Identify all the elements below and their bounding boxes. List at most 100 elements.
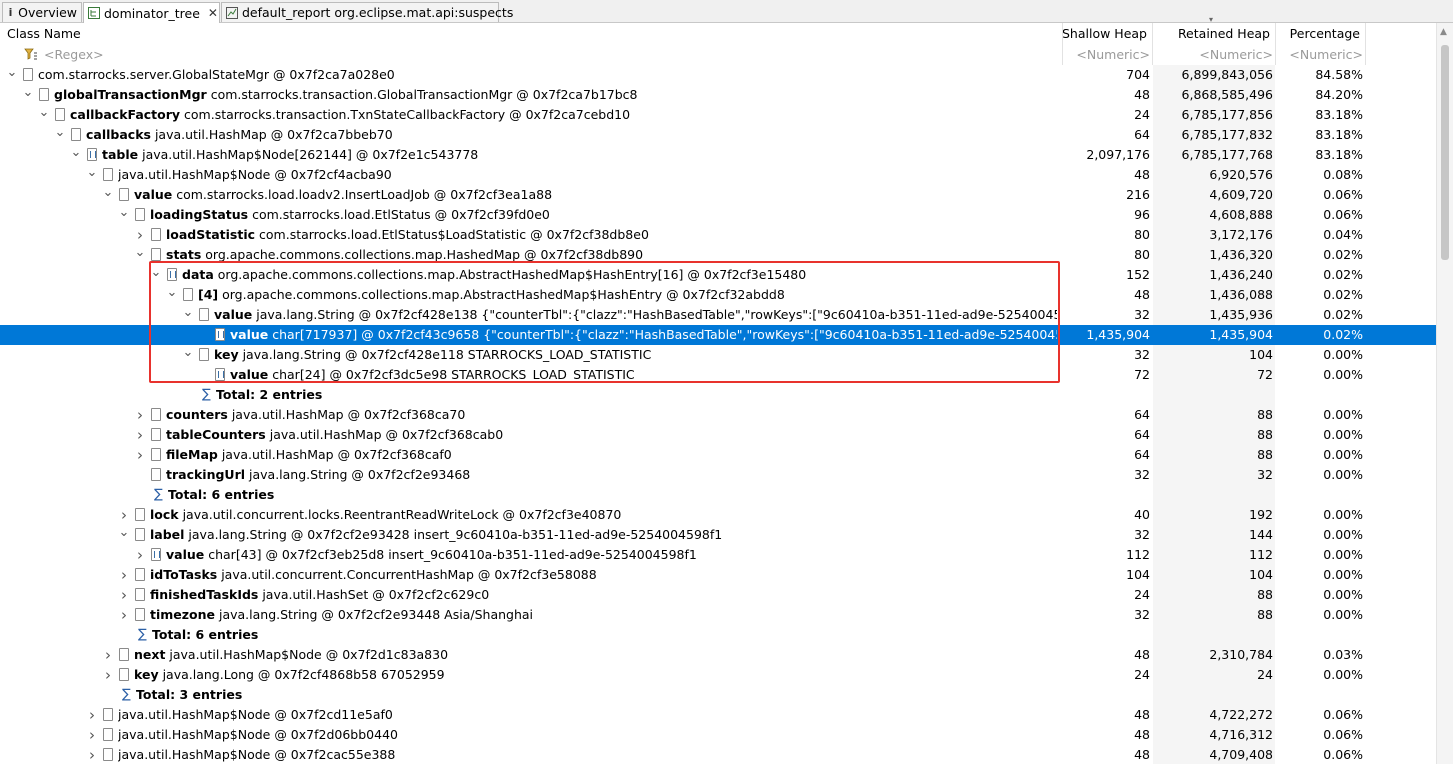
collapse-chevron-right-icon[interactable]: › [134, 445, 146, 465]
retained-heap-filter-input[interactable]: <Numeric> [1153, 44, 1273, 65]
collapse-chevron-right-icon[interactable]: › [102, 665, 114, 685]
collapse-chevron-right-icon[interactable]: › [134, 225, 146, 245]
table-row[interactable]: › java.util.HashMap$Node @ 0x7f2cd11e5af0… [0, 705, 1436, 725]
shallow-heap-value: 64 [1134, 127, 1150, 142]
table-row[interactable]: ⌄ java.util.HashMap$Node @ 0x7f2cf4acba90… [0, 165, 1436, 185]
percentage-filter-input[interactable]: <Numeric> [1276, 44, 1363, 65]
table-row-selected[interactable]: value char[717937] @ 0x7f2cf43c9658 {"co… [0, 325, 1436, 345]
retained-heap-value: 24 [1257, 667, 1273, 682]
scrollbar-thumb[interactable] [1441, 45, 1449, 260]
table-row[interactable]: › idToTasks java.util.concurrent.Concurre… [0, 565, 1436, 585]
column-header-shallow-heap[interactable]: Shallow Heap [1062, 23, 1150, 44]
collapse-chevron-right-icon[interactable]: › [134, 425, 146, 445]
expand-chevron-down-icon[interactable]: ⌄ [182, 305, 194, 325]
table-row[interactable]: › finishedTaskIds java.util.HashSet @ 0x7… [0, 585, 1436, 605]
table-row[interactable]: › java.util.HashMap$Node @ 0x7f2cac55e388… [0, 745, 1436, 765]
table-row[interactable]: ⌄ value java.lang.String @ 0x7f2cf428e138… [0, 305, 1436, 325]
collapse-chevron-right-icon[interactable]: › [118, 505, 130, 525]
table-row[interactable]: ⌄ globalTransactionMgr com.starrocks.tran… [0, 85, 1436, 105]
collapse-chevron-right-icon[interactable]: › [86, 705, 98, 725]
table-row[interactable]: ∑ Total: 6 entries [0, 485, 1436, 505]
table-row[interactable]: ⌄ key java.lang.String @ 0x7f2cf428e118 S… [0, 345, 1436, 365]
table-row[interactable]: › java.util.HashMap$Node @ 0x7f2d06bb0440… [0, 725, 1436, 745]
expand-chevron-down-icon[interactable]: ⌄ [54, 125, 66, 145]
row-class-name: globalTransactionMgr com.starrocks.trans… [54, 85, 1057, 105]
expand-chevron-down-icon[interactable]: ⌄ [86, 165, 98, 185]
column-header-retained-heap[interactable]: Retained Heap [1153, 23, 1273, 44]
collapse-chevron-right-icon[interactable]: › [118, 585, 130, 605]
expand-chevron-down-icon[interactable]: ⌄ [134, 245, 146, 265]
class-name-filter-input[interactable]: <Regex> [44, 44, 344, 65]
expand-chevron-down-icon[interactable]: ⌄ [6, 65, 18, 85]
column-header-class-name[interactable]: Class Name [7, 23, 1057, 44]
table-row[interactable]: ⌄ com.starrocks.server.GlobalStateMgr @ 0… [0, 65, 1436, 85]
table-row[interactable]: › counters java.util.HashMap @ 0x7f2cf368… [0, 405, 1436, 425]
collapse-chevron-right-icon[interactable]: › [102, 645, 114, 665]
expand-chevron-down-icon[interactable]: ⌄ [102, 185, 114, 205]
table-row[interactable]: ⌄ value com.starrocks.load.loadv2.InsertL… [0, 185, 1436, 205]
shallow-heap-value: 48 [1134, 747, 1150, 762]
collapse-chevron-right-icon[interactable]: › [86, 745, 98, 765]
expand-chevron-down-icon[interactable]: ⌄ [182, 345, 194, 365]
table-row[interactable]: ⌄ loadingStatus com.starrocks.load.EtlSta… [0, 205, 1436, 225]
scroll-up-icon[interactable]: ▲ [1440, 27, 1447, 37]
retained-heap-value: 4,716,312 [1209, 727, 1273, 742]
table-row[interactable]: › timezone java.lang.String @ 0x7f2cf2e93… [0, 605, 1436, 625]
table-row[interactable]: ⌄ data org.apache.commons.collections.map… [0, 265, 1436, 285]
column-divider [1152, 23, 1153, 65]
table-row[interactable]: value char[24] @ 0x7f2cf3dc5e98 STARROCK… [0, 365, 1436, 385]
filter-icon[interactable] [24, 47, 38, 64]
table-row[interactable]: › fileMap java.util.HashMap @ 0x7f2cf368c… [0, 445, 1436, 465]
table-row[interactable]: ⌄ callbackFactory com.starrocks.transacti… [0, 105, 1436, 125]
table-row[interactable]: ∑ Total: 6 entries [0, 625, 1436, 645]
column-header-percentage[interactable]: Percentage [1276, 23, 1363, 44]
table-row[interactable]: ⌄ stats org.apache.commons.collections.ma… [0, 245, 1436, 265]
expand-chevron-down-icon[interactable]: ⌄ [150, 265, 162, 285]
shallow-heap-filter-input[interactable]: <Numeric> [1062, 44, 1150, 65]
expand-chevron-down-icon[interactable]: ⌄ [118, 205, 130, 225]
shallow-heap-value: 32 [1134, 467, 1150, 482]
row-class-name: timezone java.lang.String @ 0x7f2cf2e934… [150, 605, 1057, 625]
expand-chevron-down-icon[interactable]: ⌄ [166, 285, 178, 305]
collapse-chevron-right-icon[interactable]: › [134, 405, 146, 425]
expand-chevron-down-icon[interactable]: ⌄ [118, 525, 130, 545]
table-row[interactable]: › loadStatistic com.starrocks.load.EtlSta… [0, 225, 1436, 245]
table-row[interactable]: › tableCounters java.util.HashMap @ 0x7f2… [0, 425, 1436, 445]
expand-chevron-down-icon[interactable]: ⌄ [38, 105, 50, 125]
object-icon [199, 308, 209, 321]
tab-overview[interactable]: i Overview [2, 2, 82, 22]
table-row[interactable]: › lock java.util.concurrent.locks.Reentra… [0, 505, 1436, 525]
row-class-name: label java.lang.String @ 0x7f2cf2e93428 … [150, 525, 1057, 545]
collapse-chevron-right-icon[interactable]: › [118, 605, 130, 625]
shallow-heap-value: 48 [1134, 287, 1150, 302]
table-row[interactable]: ⌄ [4] org.apache.commons.collections.map.… [0, 285, 1436, 305]
object-icon [103, 748, 113, 761]
expand-chevron-down-icon[interactable]: ⌄ [70, 145, 82, 165]
collapse-chevron-right-icon[interactable]: › [118, 565, 130, 585]
table-row[interactable]: › value char[43] @ 0x7f2cf3eb25d8 insert_… [0, 545, 1436, 565]
table-row[interactable]: ∑ Total: 2 entries [0, 385, 1436, 405]
expand-chevron-down-icon[interactable]: ⌄ [22, 85, 34, 105]
table-row[interactable]: ⌄ table java.util.HashMap$Node[262144] @ … [0, 145, 1436, 165]
table-row[interactable]: › next java.util.HashMap$Node @ 0x7f2d1c8… [0, 645, 1436, 665]
array-object-icon [167, 268, 177, 281]
tab-default-report[interactable]: default_report org.eclipse.mat.api:suspe… [221, 2, 513, 22]
row-class-name: next java.util.HashMap$Node @ 0x7f2d1c83… [134, 645, 1057, 665]
table-row[interactable]: ⌄ label java.lang.String @ 0x7f2cf2e93428… [0, 525, 1436, 545]
close-icon[interactable]: ✕ [208, 6, 218, 20]
collapse-chevron-right-icon[interactable]: › [86, 725, 98, 745]
table-row[interactable]: ⌄ callbacks java.util.HashMap @ 0x7f2ca7b… [0, 125, 1436, 145]
table-row[interactable]: ∑ Total: 3 entries [0, 685, 1436, 705]
shallow-heap-value: 32 [1134, 607, 1150, 622]
vertical-scrollbar[interactable]: ▲ [1436, 23, 1453, 764]
table-row[interactable]: trackingUrl java.lang.String @ 0x7f2cf2e… [0, 465, 1436, 485]
row-object-description: java.util.HashMap @ 0x7f2ca7bbeb70 [150, 127, 393, 142]
row-object-description: java.util.HashMap$Node @ 0x7f2cac55e388 [118, 747, 396, 762]
row-class-name: [4] org.apache.commons.collections.map.A… [198, 285, 1057, 305]
percentage-value: 0.06% [1323, 707, 1363, 722]
row-field-name: loadStatistic [166, 227, 256, 242]
collapse-chevron-right-icon[interactable]: › [134, 545, 146, 565]
tab-dominator-tree[interactable]: dominator_tree ✕ [83, 2, 220, 23]
table-row[interactable]: › key java.lang.Long @ 0x7f2cf4868b58 670… [0, 665, 1436, 685]
shallow-heap-value: 48 [1134, 727, 1150, 742]
